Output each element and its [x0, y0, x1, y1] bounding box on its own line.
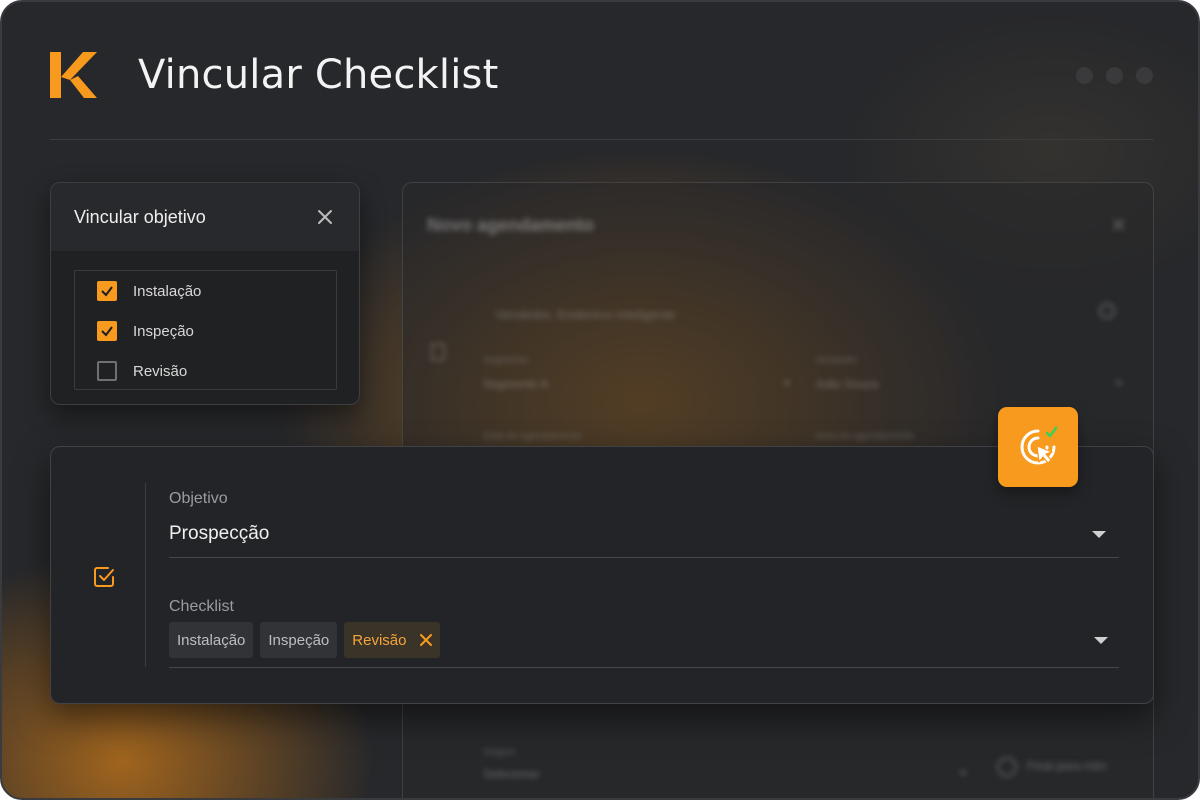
objective-option-label: Revisão — [133, 362, 188, 380]
cursor-click-check-icon — [1020, 426, 1058, 465]
page-title: Vincular Checklist — [138, 52, 499, 98]
background-field-value: Selecionar — [483, 767, 540, 781]
checklist-form-card: Objetivo Prospecção Checklist Instalação… — [50, 446, 1154, 704]
chevron-down-icon — [1115, 381, 1123, 386]
chevron-down-icon[interactable] — [1094, 637, 1108, 644]
background-field-label: Data do agendamento — [483, 431, 582, 442]
background-field-label: Hora do agendamento — [815, 431, 915, 442]
checklist-chip[interactable]: Inspeção — [260, 622, 338, 658]
cursor-click-badge[interactable] — [998, 407, 1078, 487]
checklist-chip[interactable]: Instalação — [169, 622, 254, 658]
k-logo-icon — [50, 52, 97, 98]
checklist-chip-label: Inspeção — [268, 631, 330, 649]
objective-select[interactable]: Prospecção — [169, 523, 269, 545]
close-icon: ✕ — [1110, 215, 1127, 237]
background-form-title: Novo agendamento — [427, 215, 595, 235]
background-search-text: Vendedor, Endereco inteligente — [495, 307, 676, 322]
background-field-value: João Souza — [815, 377, 879, 391]
header-divider — [50, 139, 1154, 140]
objective-option[interactable]: Instalação — [97, 280, 201, 302]
window-control-dot[interactable] — [1106, 67, 1123, 84]
objective-options-list: Instalação Inspeção Revisão — [74, 270, 337, 390]
checkbox-task-icon — [94, 567, 114, 587]
checklist-chip-selected[interactable]: Revisão — [344, 622, 441, 658]
objective-field-label: Objetivo — [169, 490, 228, 507]
checklist-field-underline — [169, 667, 1119, 668]
background-field-label: Vendedor — [815, 355, 858, 366]
remove-chip-icon[interactable] — [420, 634, 433, 646]
checklist-chip-label: Instalação — [177, 631, 246, 649]
objective-option-label: Inspeção — [133, 322, 194, 340]
background-field-label: Segmento — [483, 355, 529, 366]
objective-popup-title: Vincular objetivo — [74, 207, 206, 227]
objective-popup-header: Vincular objetivo — [51, 183, 359, 251]
checkbox-checked-icon[interactable] — [97, 321, 117, 341]
objective-option-label: Instalação — [133, 282, 202, 300]
app-window: Vincular Checklist Novo agendamento ✕ Ve… — [0, 0, 1200, 800]
objective-option[interactable]: Revisão — [97, 360, 187, 382]
search-icon — [1099, 303, 1115, 319]
document-icon — [431, 343, 445, 361]
objective-option[interactable]: Inspeção — [97, 320, 194, 342]
chevron-down-icon — [959, 771, 967, 776]
checklist-chips: Instalação Inspeção Revisão — [169, 622, 441, 658]
chevron-down-icon — [783, 381, 791, 386]
checkbox-checked-icon[interactable] — [97, 281, 117, 301]
background-field-label: Origem — [483, 747, 516, 758]
objective-popup: Vincular objetivo Instalação Inspeção Re… — [50, 182, 360, 405]
close-icon[interactable] — [317, 209, 333, 225]
toggle-icon — [997, 757, 1017, 777]
objective-field-underline — [169, 557, 1119, 558]
checkbox-unchecked-icon[interactable] — [97, 361, 117, 381]
window-control-dot[interactable] — [1136, 67, 1153, 84]
background-toggle-label: Final para mim — [1027, 759, 1107, 773]
checklist-chip-label: Revisão — [352, 631, 407, 649]
background-field-value: Segmento A — [483, 377, 549, 391]
chevron-down-icon[interactable] — [1092, 531, 1106, 538]
checklist-field-label: Checklist — [169, 598, 234, 615]
vertical-divider — [145, 483, 146, 667]
window-control-dot[interactable] — [1076, 67, 1093, 84]
